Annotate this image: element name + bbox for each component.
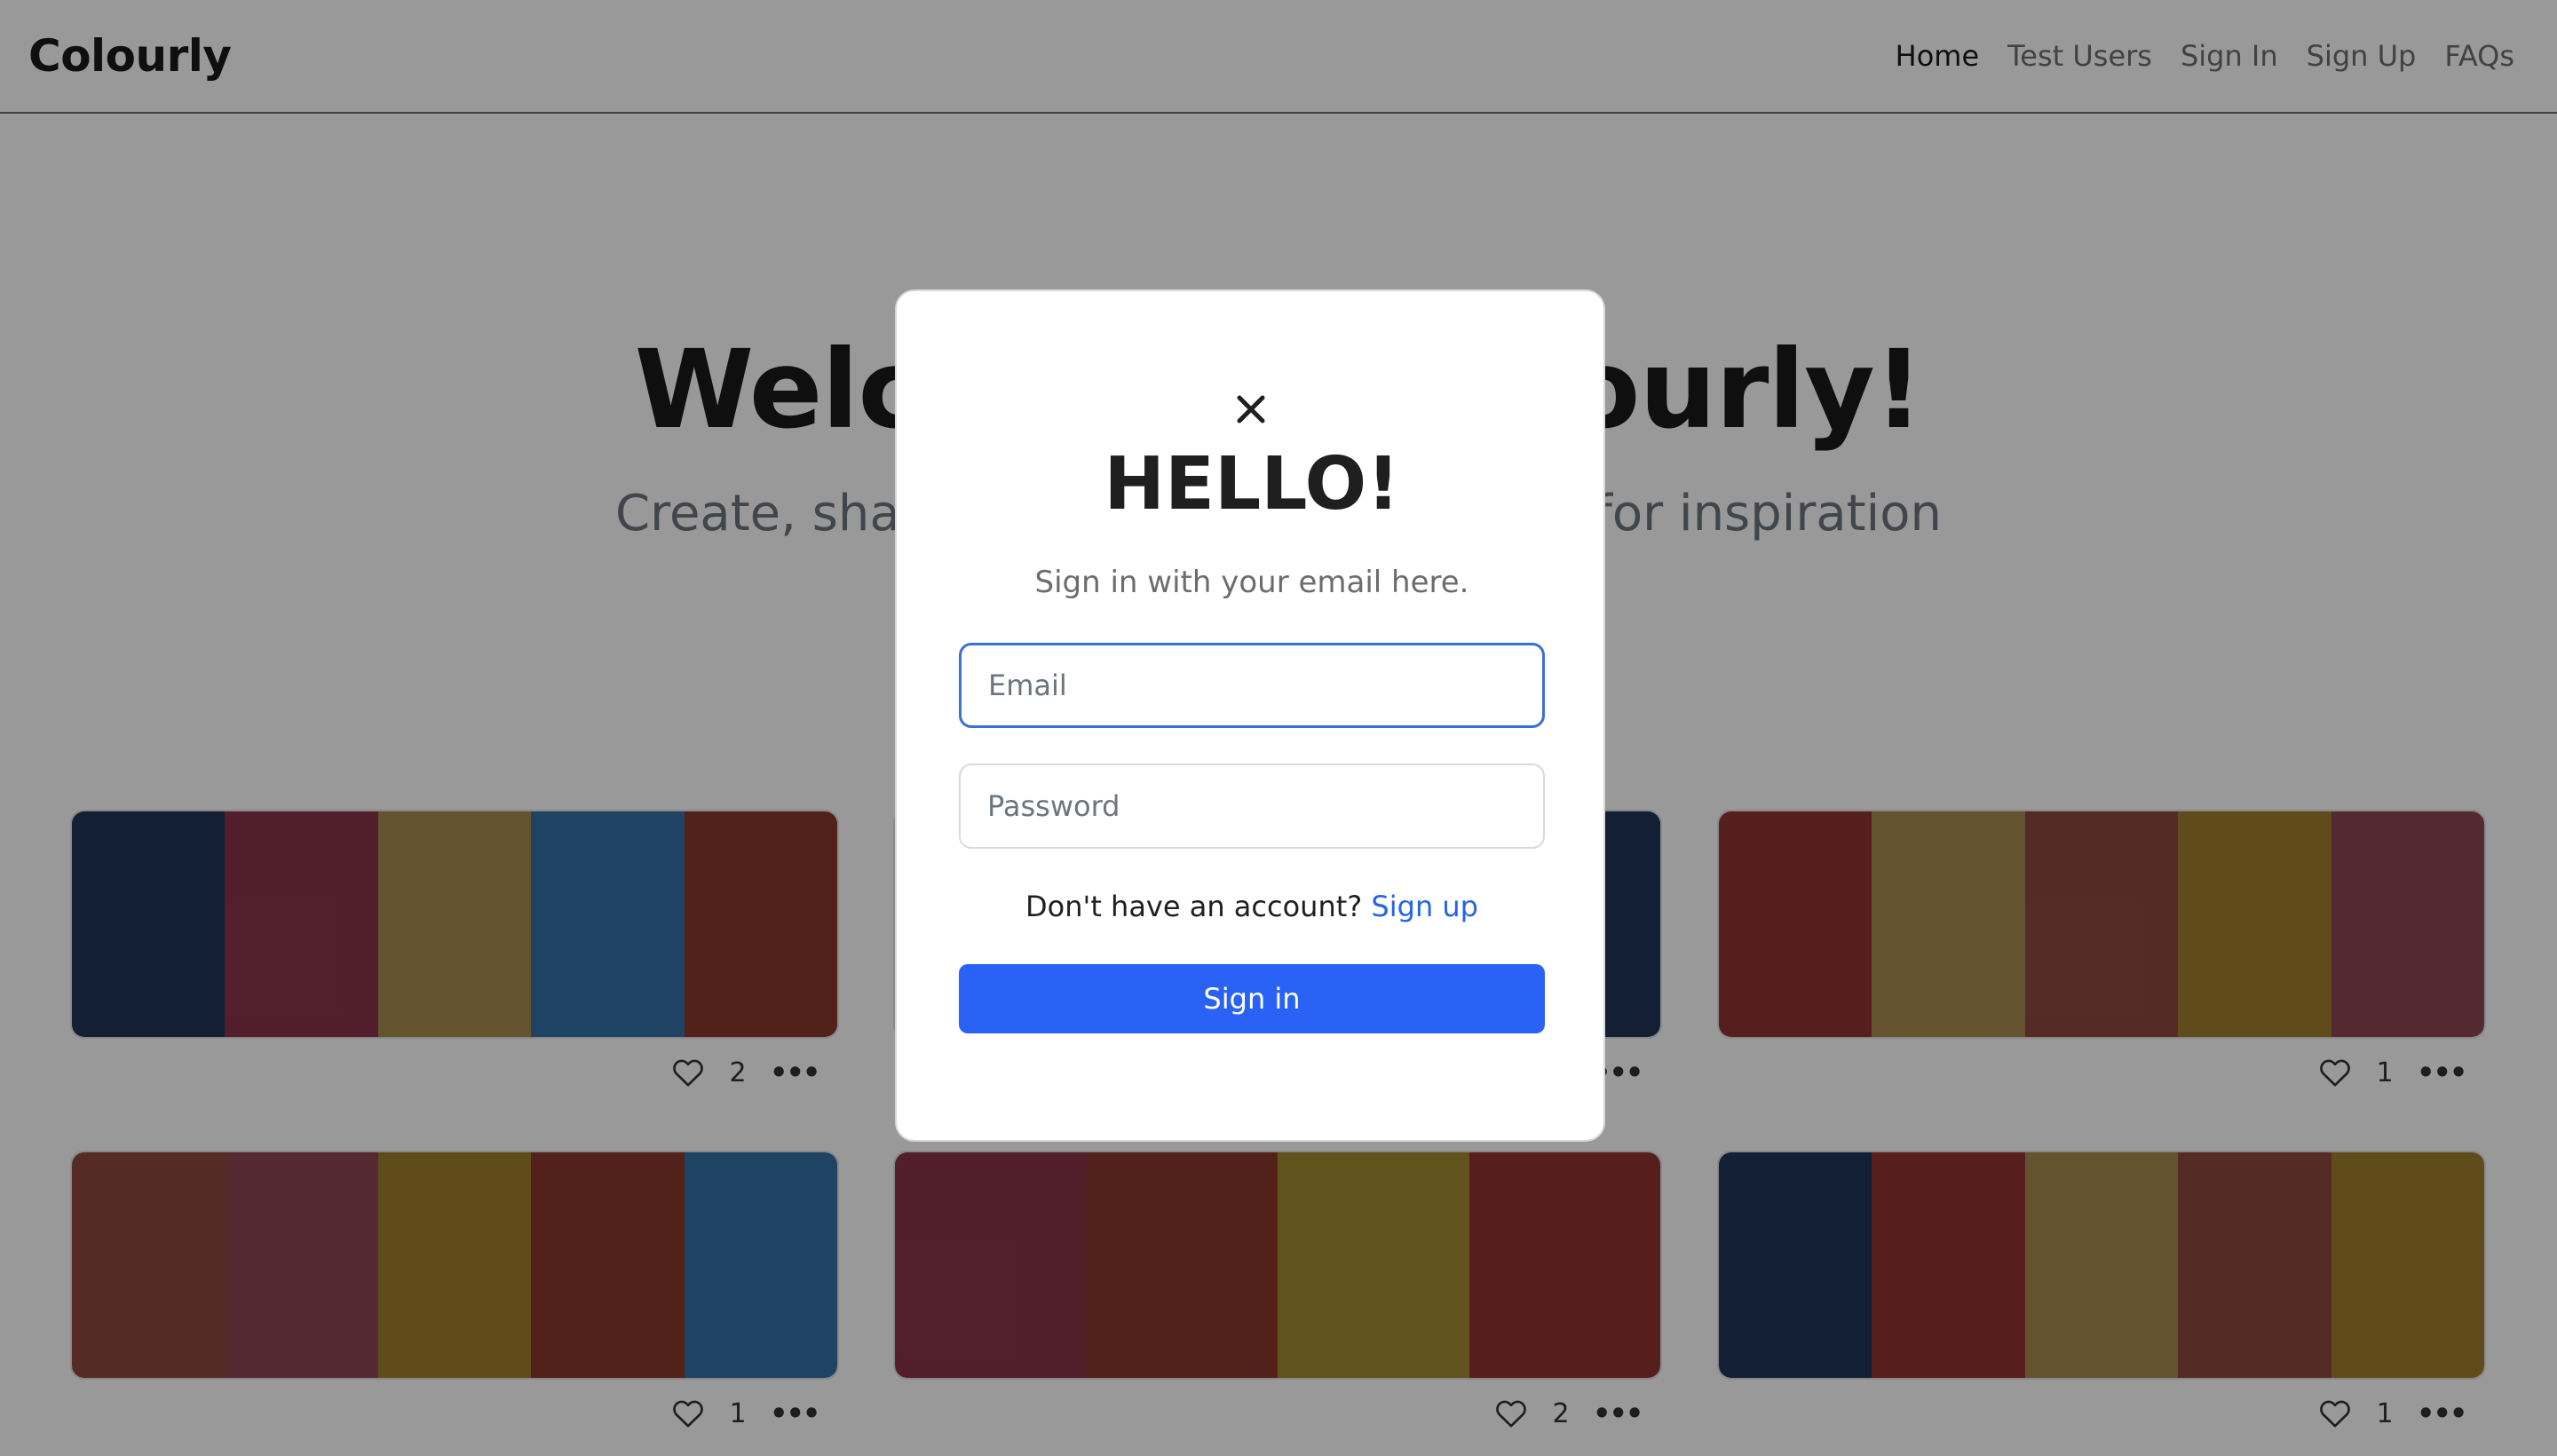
modal-title: HELLO! — [1104, 442, 1400, 526]
password-field[interactable] — [959, 764, 1545, 849]
signup-prompt: Don't have an account? Sign up — [897, 890, 1607, 923]
signup-link[interactable]: Sign up — [1371, 890, 1478, 923]
sign-in-modal: HELLO! Sign in with your email here. Don… — [895, 289, 1605, 1142]
email-field[interactable] — [959, 643, 1545, 728]
signup-prompt-text: Don't have an account? — [1025, 890, 1363, 923]
modal-subtitle: Sign in with your email here. — [1034, 565, 1469, 600]
close-icon[interactable] — [1222, 380, 1280, 439]
sign-in-button[interactable]: Sign in — [959, 964, 1545, 1033]
